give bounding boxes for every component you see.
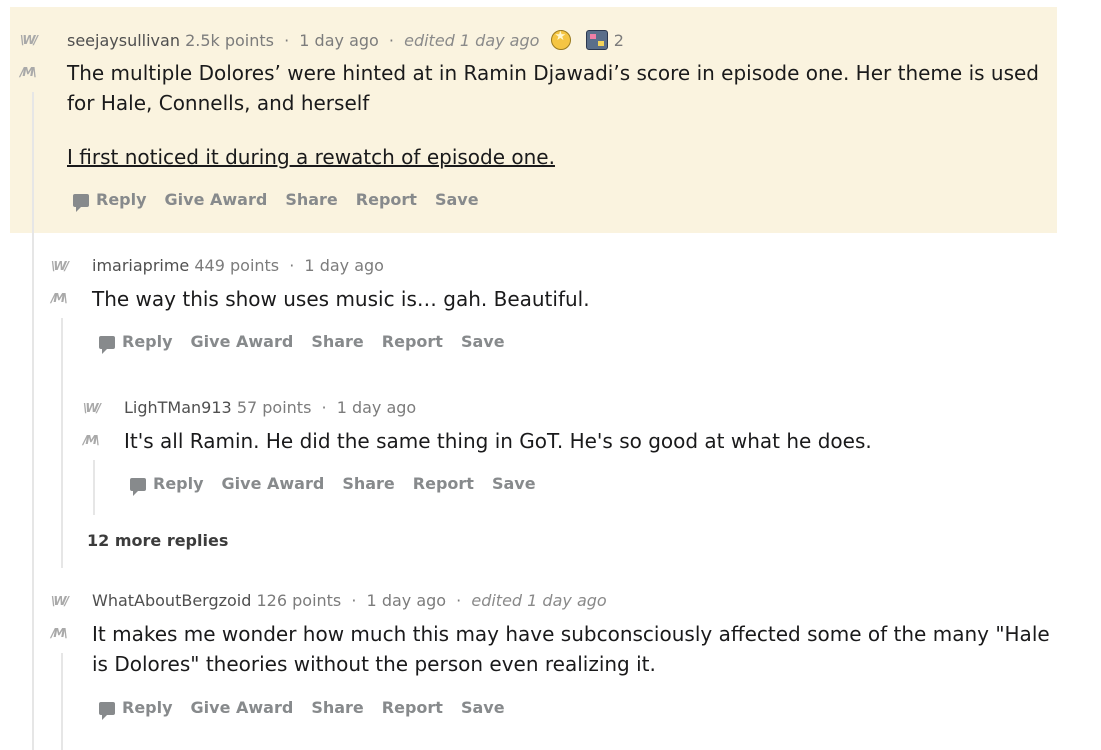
give-award-button[interactable]: Give Award [191,698,294,717]
comment-actions: Reply Give Award Share Report Save [99,332,523,354]
comment-body-line: It's all Ramin. He did the same thing in… [124,429,872,453]
save-button[interactable]: Save [435,190,479,209]
timestamp[interactable]: 1 day ago [367,591,447,610]
separator: · [351,591,357,610]
points: 126 points [256,591,342,610]
report-button[interactable]: Report [413,474,474,493]
comment-body-line: The multiple Dolores’ were hinted at in … [67,61,1040,85]
comment-meta: LighTMan913 57 points · 1 day ago [124,398,416,417]
give-award-button[interactable]: Give Award [191,332,294,351]
points: 57 points [236,398,312,417]
downvote-icon[interactable]: /M\ [51,626,68,640]
author-link[interactable]: LighTMan913 [124,398,232,417]
comment-body-line: It makes me wonder how much this may hav… [92,622,1050,646]
author-link[interactable]: WhatAboutBergzoid [92,591,251,610]
save-button[interactable]: Save [492,474,536,493]
give-award-button[interactable]: Give Award [165,190,268,209]
share-button[interactable]: Share [311,332,363,351]
thread-line-level-3[interactable] [93,460,95,515]
separator: · [456,591,462,610]
comment-body: It's all Ramin. He did the same thing in… [124,426,1054,456]
give-award-button[interactable]: Give Award [222,474,325,493]
author-link[interactable]: imariaprime [92,256,189,275]
reply-label: Reply [96,190,147,209]
reply-button[interactable]: Reply [130,474,204,496]
comment-body-line: The way this show uses music is… gah. Be… [92,287,590,311]
comment-body-link[interactable]: I first noticed it during a rewatch of e… [67,142,555,172]
gold-award-icon[interactable] [550,29,571,50]
upvote-icon[interactable]: \W/ [51,259,69,273]
report-button[interactable]: Report [382,698,443,717]
comment-meta: imariaprime 449 points · 1 day ago [92,256,384,275]
comment-actions: Reply Give Award Share Report Save [73,190,497,212]
save-button[interactable]: Save [461,698,505,717]
comment-meta: WhatAboutBergzoid 126 points · 1 day ago… [92,591,607,610]
separator: · [289,256,295,275]
downvote-icon[interactable]: /M\ [83,433,100,447]
upvote-icon[interactable]: \W/ [20,33,38,47]
award-count: 2 [613,31,624,50]
share-button[interactable]: Share [342,474,394,493]
comment-body: The multiple Dolores’ were hinted at in … [67,58,1047,118]
reply-label: Reply [122,332,173,351]
share-button[interactable]: Share [311,698,363,717]
comment-body-line: for Hale, Connells, and herself [67,91,370,115]
timestamp[interactable]: 1 day ago [304,256,384,275]
comment-actions: Reply Give Award Share Report Save [130,474,554,496]
comment-thread: \W/ /M\ seejaysullivan 2.5k points · 1 d… [0,0,1101,750]
timestamp[interactable]: 1 day ago [299,31,379,50]
reply-icon [73,194,89,212]
report-button[interactable]: Report [356,190,417,209]
points: 449 points [194,256,280,275]
wholesome-award-icon[interactable] [585,30,608,50]
reply-icon [99,336,115,354]
upvote-icon[interactable]: \W/ [83,401,101,415]
reply-icon [99,702,115,720]
author-link[interactable]: seejaysullivan [67,31,180,50]
separator: · [321,398,327,417]
share-button[interactable]: Share [285,190,337,209]
points: 2.5k points [185,31,274,50]
separator: · [284,31,290,50]
more-replies-link[interactable]: 12 more replies [87,531,228,550]
save-button[interactable]: Save [461,332,505,351]
edited-timestamp: edited 1 day ago [404,31,540,50]
report-button[interactable]: Report [382,332,443,351]
reply-button[interactable]: Reply [73,190,147,212]
comment-actions: Reply Give Award Share Report Save [99,698,523,720]
thread-line-level-1[interactable] [32,92,34,750]
downvote-icon[interactable]: /M\ [20,65,37,79]
edited-timestamp: edited 1 day ago [471,591,607,610]
upvote-icon[interactable]: \W/ [51,594,69,608]
thread-line-level-2[interactable] [61,318,63,568]
comment-meta: seejaysullivan 2.5k points · 1 day ago ·… [67,29,624,50]
reply-label: Reply [153,474,204,493]
reply-button[interactable]: Reply [99,332,173,354]
comment-body: It makes me wonder how much this may hav… [92,619,1052,679]
reply-icon [130,478,146,496]
thread-line-level-2b[interactable] [61,653,63,750]
comment-body-line: is Dolores" theories without the person … [92,652,656,676]
separator: · [388,31,394,50]
reply-label: Reply [122,698,173,717]
comment-body: The way this show uses music is… gah. Be… [92,284,1042,314]
reply-button[interactable]: Reply [99,698,173,720]
timestamp[interactable]: 1 day ago [337,398,417,417]
downvote-icon[interactable]: /M\ [51,291,68,305]
